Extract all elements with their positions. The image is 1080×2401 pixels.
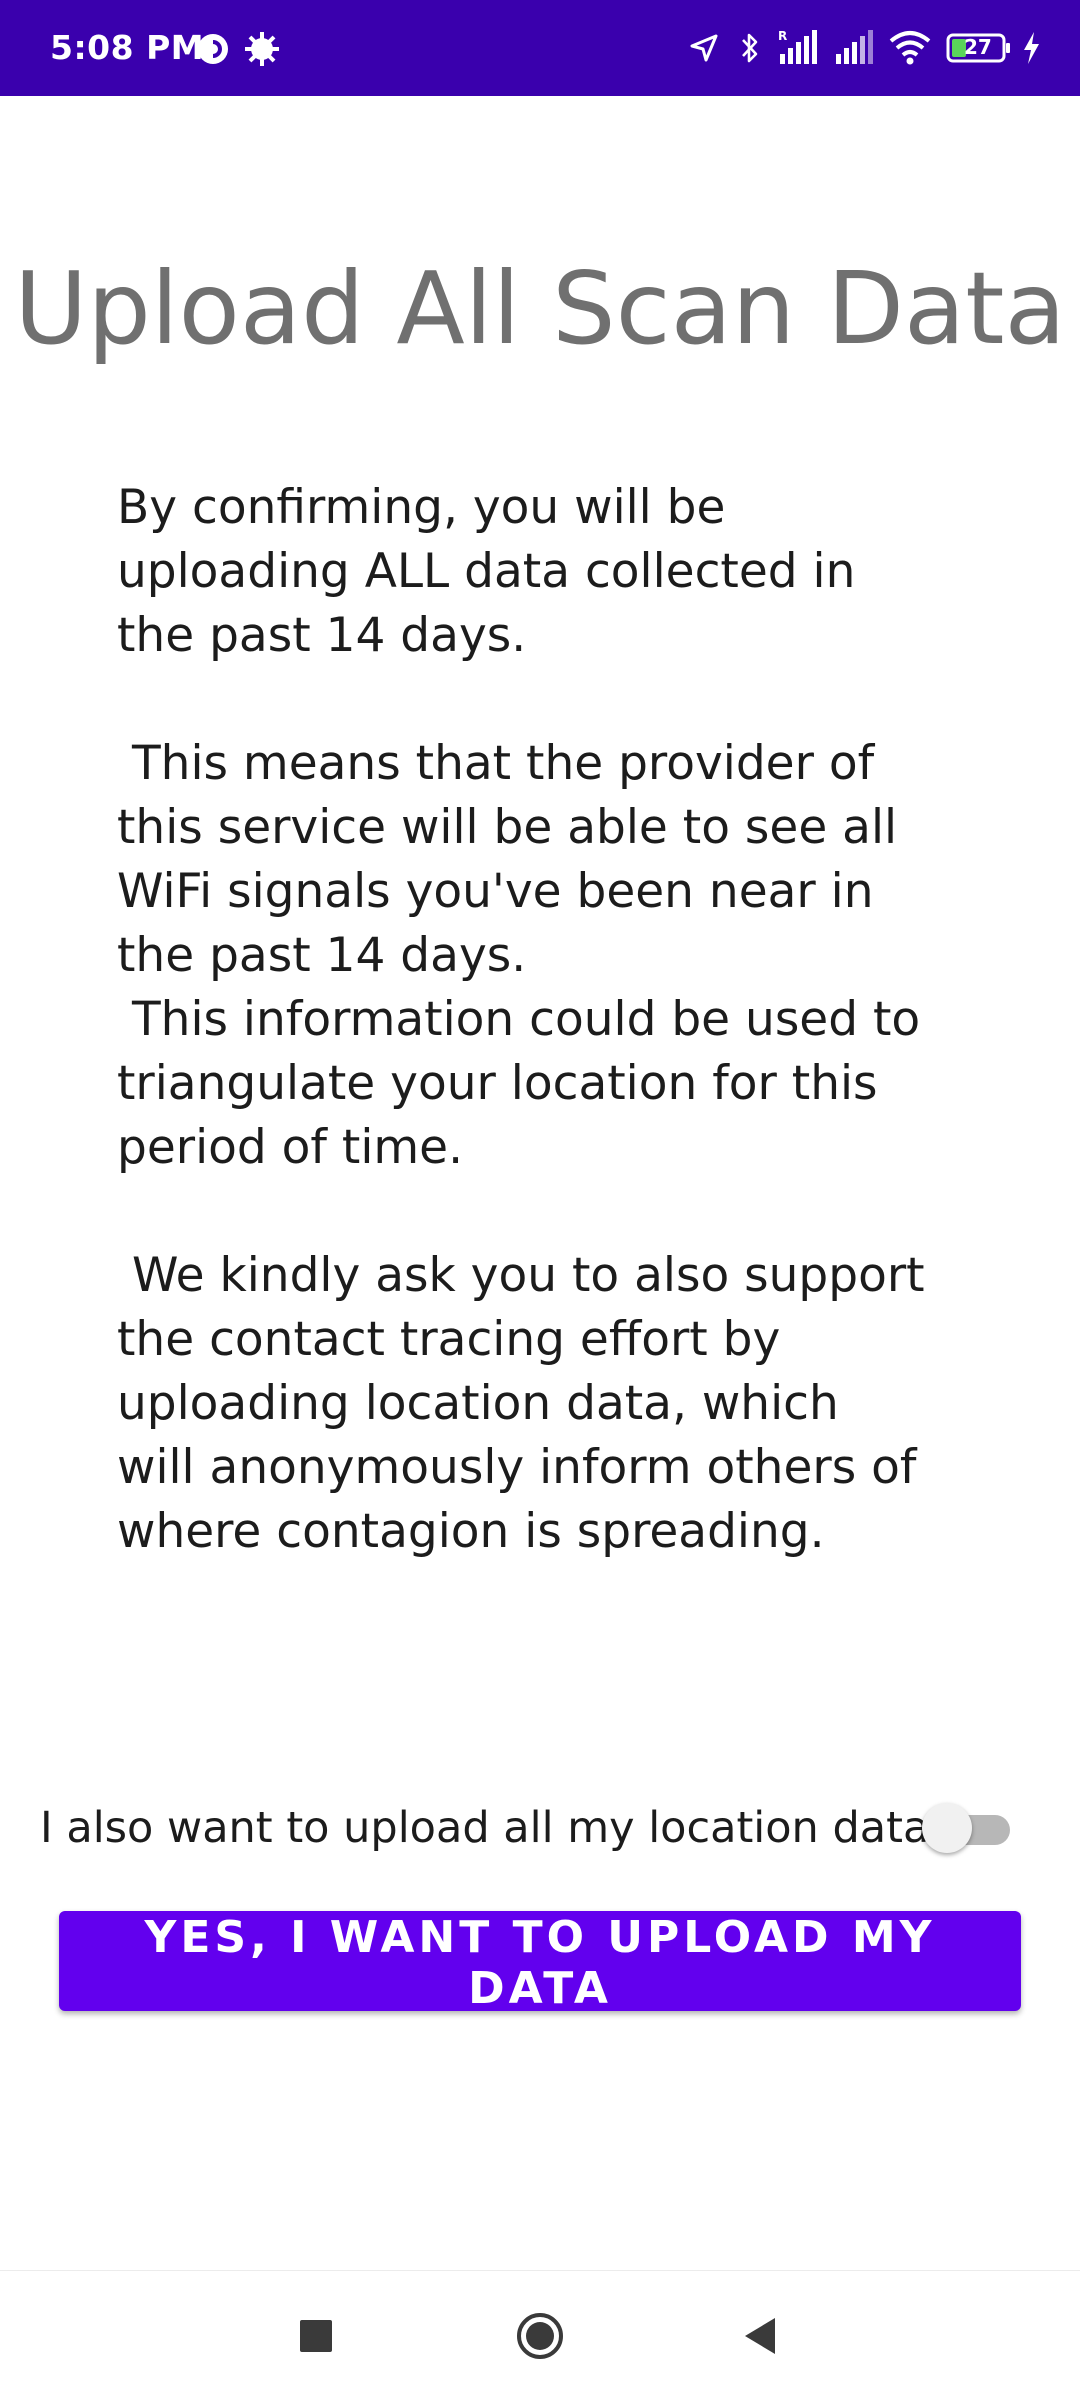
text-line: triangulate your location for this (117, 1056, 878, 1111)
paragraph-provider: This means that the provider of this ser… (117, 732, 977, 1180)
text-line: WiFi signals you've been near in (117, 864, 874, 919)
recents-square-icon (300, 2320, 332, 2352)
text-line: We kindly ask you to also support (117, 1248, 925, 1303)
page-title: Upload All Scan Data (14, 250, 1066, 367)
svg-text:R: R (778, 29, 787, 43)
text-line: uploading ALL data collected in (117, 544, 856, 599)
signal-roaming-icon: R (776, 28, 820, 66)
text-line: will anonymously inform others of (117, 1440, 917, 1495)
disclaimer-text: By confirming, you will be uploading ALL… (117, 476, 977, 1564)
data-saver-icon (196, 32, 230, 66)
text-line: This means that the provider of (117, 736, 875, 791)
battery-level: 27 (964, 35, 992, 59)
settings-gear-icon (243, 30, 281, 68)
paragraph-confirm: By confirming, you will be uploading ALL… (117, 476, 977, 668)
paragraph-support: We kindly ask you to also support the co… (117, 1244, 977, 1564)
battery-icon: 27 (946, 32, 1012, 64)
wifi-icon (888, 28, 932, 66)
signal-icon (832, 28, 876, 66)
location-arrow-icon (688, 32, 720, 64)
home-circle-icon (517, 2313, 563, 2359)
text-line: the past 14 days. (117, 608, 527, 663)
confirm-upload-button[interactable]: YES, I WANT TO UPLOAD MY DATA (59, 1911, 1021, 2014)
text-line: uploading location data, which (117, 1376, 839, 1431)
bluetooth-icon (738, 30, 762, 66)
back-button[interactable] (700, 2271, 820, 2401)
text-line: By confirming, you will be (117, 480, 726, 535)
recents-button[interactable] (256, 2271, 376, 2401)
switch-thumb (922, 1803, 972, 1853)
home-button[interactable] (480, 2271, 600, 2401)
status-time: 5:08 PM (50, 28, 205, 67)
location-upload-label: I also want to upload all my location da… (40, 1803, 930, 1853)
text-line: this service will be able to see all (117, 800, 898, 855)
text-line: where contagion is spreading. (117, 1504, 825, 1559)
charging-bolt-icon (1020, 30, 1042, 66)
text-line: the past 14 days. (117, 928, 527, 983)
status-bar: 5:08 PM R 27 (0, 0, 1080, 96)
back-triangle-icon (745, 2318, 775, 2354)
text-line: period of time. (117, 1120, 464, 1175)
text-line: the contact tracing effort by (117, 1312, 781, 1367)
location-upload-row: I also want to upload all my location da… (40, 1795, 1040, 1859)
navigation-bar (0, 2270, 1080, 2401)
text-line: This information could be used to (117, 992, 921, 1047)
location-upload-switch[interactable] (922, 1801, 1012, 1855)
